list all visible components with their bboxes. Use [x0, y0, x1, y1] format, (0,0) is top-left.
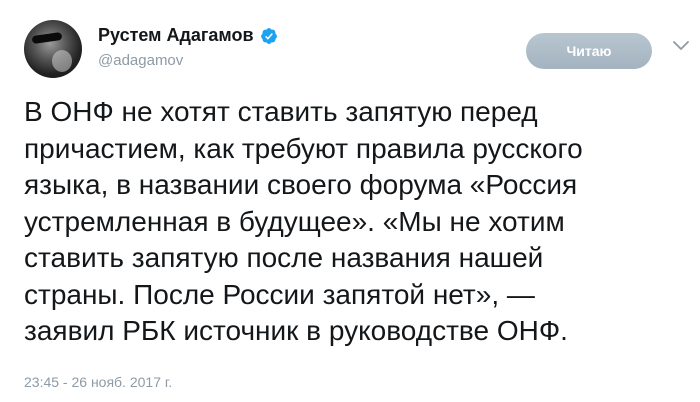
- avatar-face-shape: [52, 50, 72, 72]
- chevron-down-icon[interactable]: [672, 40, 690, 52]
- avatar-glasses-shape: [31, 31, 63, 45]
- author-handle[interactable]: @adagamov: [98, 52, 183, 69]
- tweet-timestamp[interactable]: 23:45 - 26 нояб. 2017 г.: [24, 374, 172, 390]
- author-name[interactable]: Рустем Адагамов: [98, 25, 254, 46]
- author-name-row: Рустем Адагамов: [98, 25, 278, 46]
- avatar[interactable]: [24, 20, 82, 78]
- tweet-text: В ОНФ не хотят ставить запятую перед при…: [24, 96, 583, 346]
- verified-badge-icon: [260, 27, 277, 44]
- follow-button[interactable]: Читаю: [526, 33, 652, 69]
